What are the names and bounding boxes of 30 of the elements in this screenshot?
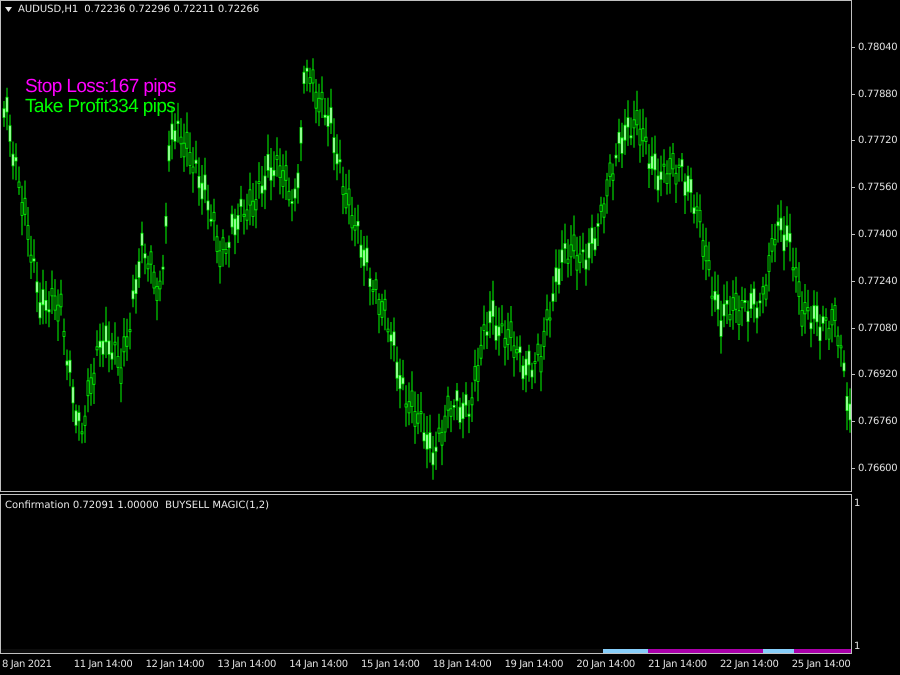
dropdown-triangle-icon[interactable]	[5, 7, 12, 12]
time-label: 22 Jan 14:00	[720, 659, 778, 670]
time-label: 11 Jan 14:00	[74, 659, 132, 670]
price-label: 0.77880	[858, 88, 898, 100]
time-label: 14 Jan 14:00	[289, 659, 348, 670]
time-label: 8 Jan 2021	[2, 659, 52, 670]
price-label: 0.76920	[858, 369, 898, 380]
time-label: 13 Jan 14:00	[217, 659, 276, 670]
time-label: 20 Jan 14:00	[576, 659, 635, 670]
price-label: 0.77240	[858, 276, 898, 287]
time-label: 19 Jan 14:00	[504, 659, 564, 670]
price-label: 0.76600	[858, 463, 898, 474]
indicator-axis-label: 1	[854, 641, 862, 652]
price-label: 0.78040	[858, 42, 898, 53]
indicator-label: Confirmation 0.72091 1.00000 BUYSELL MAGIC(1,2)	[5, 500, 270, 511]
time-label: 25 Jan 14:00	[792, 659, 850, 670]
price-label: 0.76760	[858, 416, 898, 428]
symbol-label: AUDUSD,H1	[18, 4, 78, 15]
time-label: 21 Jan 14:00	[648, 659, 707, 670]
quote-values: 0.72236 0.72296 0.72211 0.72266	[84, 4, 260, 15]
price-label: 0.77720	[858, 135, 898, 146]
time-label: 12 Jan 14:00	[146, 659, 204, 670]
price-label: 0.77080	[858, 322, 898, 334]
time-label: 15 Jan 14:00	[360, 659, 420, 670]
price-label: 0.77560	[858, 182, 898, 194]
price-label: 0.77400	[858, 229, 898, 240]
time-label: 18 Jan 14:00	[432, 659, 492, 670]
indicator-axis-label: 1	[854, 498, 862, 509]
overlay-text: Take Profit334 pips	[25, 97, 176, 117]
overlay-text: Stop Loss:167 pips	[25, 77, 176, 97]
